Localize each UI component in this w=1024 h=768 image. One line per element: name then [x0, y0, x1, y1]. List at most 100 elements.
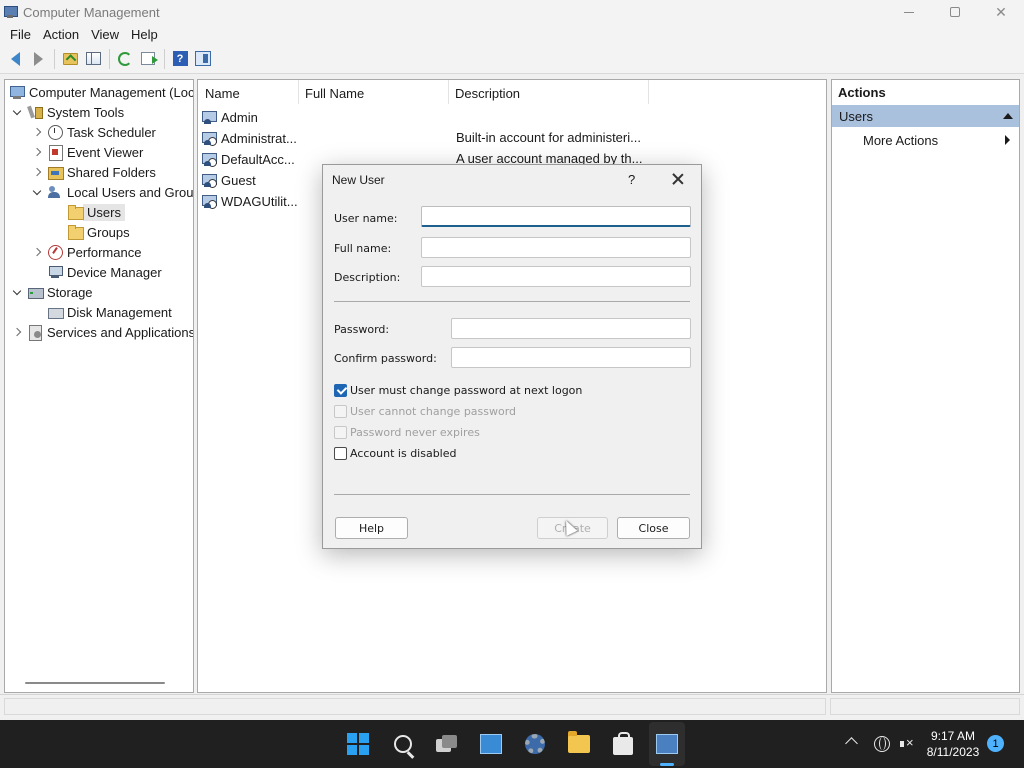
column-divider[interactable]: [448, 80, 449, 104]
speaker-muted-icon[interactable]: [900, 735, 914, 750]
export-icon: [141, 52, 158, 65]
tree-item-label: Task Scheduler: [67, 124, 156, 140]
disk-icon: [47, 304, 64, 320]
tree-item-groups[interactable]: Groups: [63, 222, 130, 242]
checkbox-unchecked-icon[interactable]: [334, 404, 347, 418]
user-name-input[interactable]: [421, 206, 691, 227]
tree-item-label: System Tools: [47, 104, 125, 120]
dialog-help-button[interactable]: ?: [628, 172, 635, 187]
table-row[interactable]: Administrat...: [201, 128, 297, 148]
confirm-password-input[interactable]: [451, 347, 691, 368]
notification-badge[interactable]: 1: [987, 735, 1004, 752]
confirm-password-label: Confirm password:: [334, 352, 437, 365]
tree-item-performance[interactable]: Performance: [31, 242, 141, 262]
actions-pane: Actions Users More Actions: [831, 79, 1020, 693]
more-actions-link[interactable]: More Actions: [863, 133, 938, 148]
restore-icon: [950, 7, 960, 17]
device-manager-icon: [47, 264, 63, 280]
column-header-full-name[interactable]: Full Name: [305, 86, 364, 101]
menu-action[interactable]: Action: [37, 27, 85, 42]
table-row[interactable]: WDAGUtilit...: [201, 191, 298, 211]
show-hide-tree-button[interactable]: [82, 48, 104, 70]
forward-button[interactable]: [27, 48, 49, 70]
chevron-down-icon[interactable]: [11, 286, 23, 298]
new-user-dialog: New User ? User name: Full name: Descrip…: [322, 164, 702, 549]
tree-item-services-apps[interactable]: Services and Applications: [11, 322, 193, 342]
tree-item-label: Device Manager: [67, 264, 162, 280]
toolbar-separator: [54, 48, 55, 69]
column-header-name[interactable]: Name: [205, 86, 240, 101]
menu-help[interactable]: Help: [125, 27, 164, 42]
forward-arrow-icon: [33, 51, 43, 66]
cannot-change-password-checkbox[interactable]: User cannot change password: [334, 403, 516, 419]
refresh-button[interactable]: [114, 48, 136, 70]
tree-item-event-viewer[interactable]: Event Viewer: [31, 142, 143, 162]
table-row[interactable]: Guest: [201, 170, 256, 190]
dialog-close-button[interactable]: [668, 169, 688, 189]
chevron-down-icon[interactable]: [31, 186, 43, 198]
close-dialog-button[interactable]: Close: [617, 517, 690, 539]
chevron-right-icon[interactable]: [31, 146, 43, 158]
taskbar-computer-management-app[interactable]: [652, 729, 682, 759]
password-never-expires-checkbox[interactable]: Password never expires: [334, 424, 480, 440]
action-pane-icon: [195, 51, 211, 66]
chevron-right-icon[interactable]: [31, 246, 43, 258]
minimize-button[interactable]: [886, 0, 932, 24]
close-window-button[interactable]: ✕: [978, 0, 1024, 24]
start-button[interactable]: [343, 729, 373, 759]
checkbox-checked-icon[interactable]: [334, 383, 347, 397]
taskbar-file-explorer-app[interactable]: [564, 729, 594, 759]
taskbar-widgets-app[interactable]: [476, 729, 506, 759]
description-input[interactable]: [421, 266, 691, 287]
checkbox-label: User must change password at next logon: [350, 383, 583, 397]
tree-item-users[interactable]: Users: [63, 202, 125, 222]
password-input[interactable]: [451, 318, 691, 339]
must-change-password-checkbox[interactable]: User must change password at next logon: [334, 382, 582, 398]
horizontal-scrollbar[interactable]: [25, 682, 165, 684]
user-icon: [201, 109, 217, 125]
menu-view[interactable]: View: [85, 27, 125, 42]
export-list-button[interactable]: [137, 48, 159, 70]
tree-item-shared-folders[interactable]: Shared Folders: [31, 162, 156, 182]
system-clock[interactable]: 9:17 AM 8/11/2023: [924, 728, 982, 760]
chevron-right-icon[interactable]: [31, 126, 43, 138]
column-divider[interactable]: [648, 80, 649, 104]
help-dialog-button[interactable]: Help: [335, 517, 408, 539]
tree-item-task-scheduler[interactable]: Task Scheduler: [31, 122, 156, 142]
checkbox-unchecked-icon[interactable]: [334, 446, 347, 460]
show-action-pane-button[interactable]: [192, 48, 214, 70]
tree-item-local-users-groups[interactable]: Local Users and Groups: [31, 182, 193, 202]
network-icon[interactable]: [874, 736, 890, 752]
menu-file[interactable]: File: [4, 27, 37, 42]
tree-item-disk-management[interactable]: Disk Management: [43, 302, 172, 322]
account-disabled-checkbox[interactable]: Account is disabled: [334, 445, 457, 461]
help-button[interactable]: ?: [169, 48, 191, 70]
table-row[interactable]: Admin: [201, 107, 258, 127]
tree-item-storage[interactable]: Storage: [11, 282, 93, 302]
taskbar-search-button[interactable]: [388, 729, 418, 759]
tree-item-computer-management[interactable]: Computer Management (Local): [5, 82, 193, 102]
taskbar-store-app[interactable]: [608, 729, 638, 759]
user-name-cell: Guest: [221, 172, 256, 188]
up-one-level-button[interactable]: [59, 48, 81, 70]
table-row[interactable]: DefaultAcc...: [201, 149, 295, 169]
chevron-right-icon[interactable]: [11, 326, 23, 338]
column-header-description[interactable]: Description: [455, 86, 520, 101]
full-name-input[interactable]: [421, 237, 691, 258]
column-divider[interactable]: [298, 80, 299, 104]
collapse-icon[interactable]: [1003, 113, 1013, 119]
taskbar-settings-app[interactable]: [520, 729, 550, 759]
chevron-down-icon[interactable]: [11, 106, 23, 118]
tree-item-system-tools[interactable]: System Tools: [11, 102, 124, 122]
checkbox-unchecked-icon[interactable]: [334, 425, 347, 439]
user-name-cell: Administrat...: [221, 130, 297, 146]
tree-item-label: Storage: [47, 284, 93, 300]
chevron-right-icon[interactable]: [31, 166, 43, 178]
computer-icon: [9, 84, 25, 100]
tree-item-label: Event Viewer: [67, 144, 144, 160]
maximize-button[interactable]: [932, 0, 978, 24]
task-view-button[interactable]: [432, 729, 462, 759]
actions-section-users[interactable]: Users: [832, 105, 1019, 127]
back-button[interactable]: [4, 48, 26, 70]
tree-item-device-manager[interactable]: Device Manager: [43, 262, 162, 282]
